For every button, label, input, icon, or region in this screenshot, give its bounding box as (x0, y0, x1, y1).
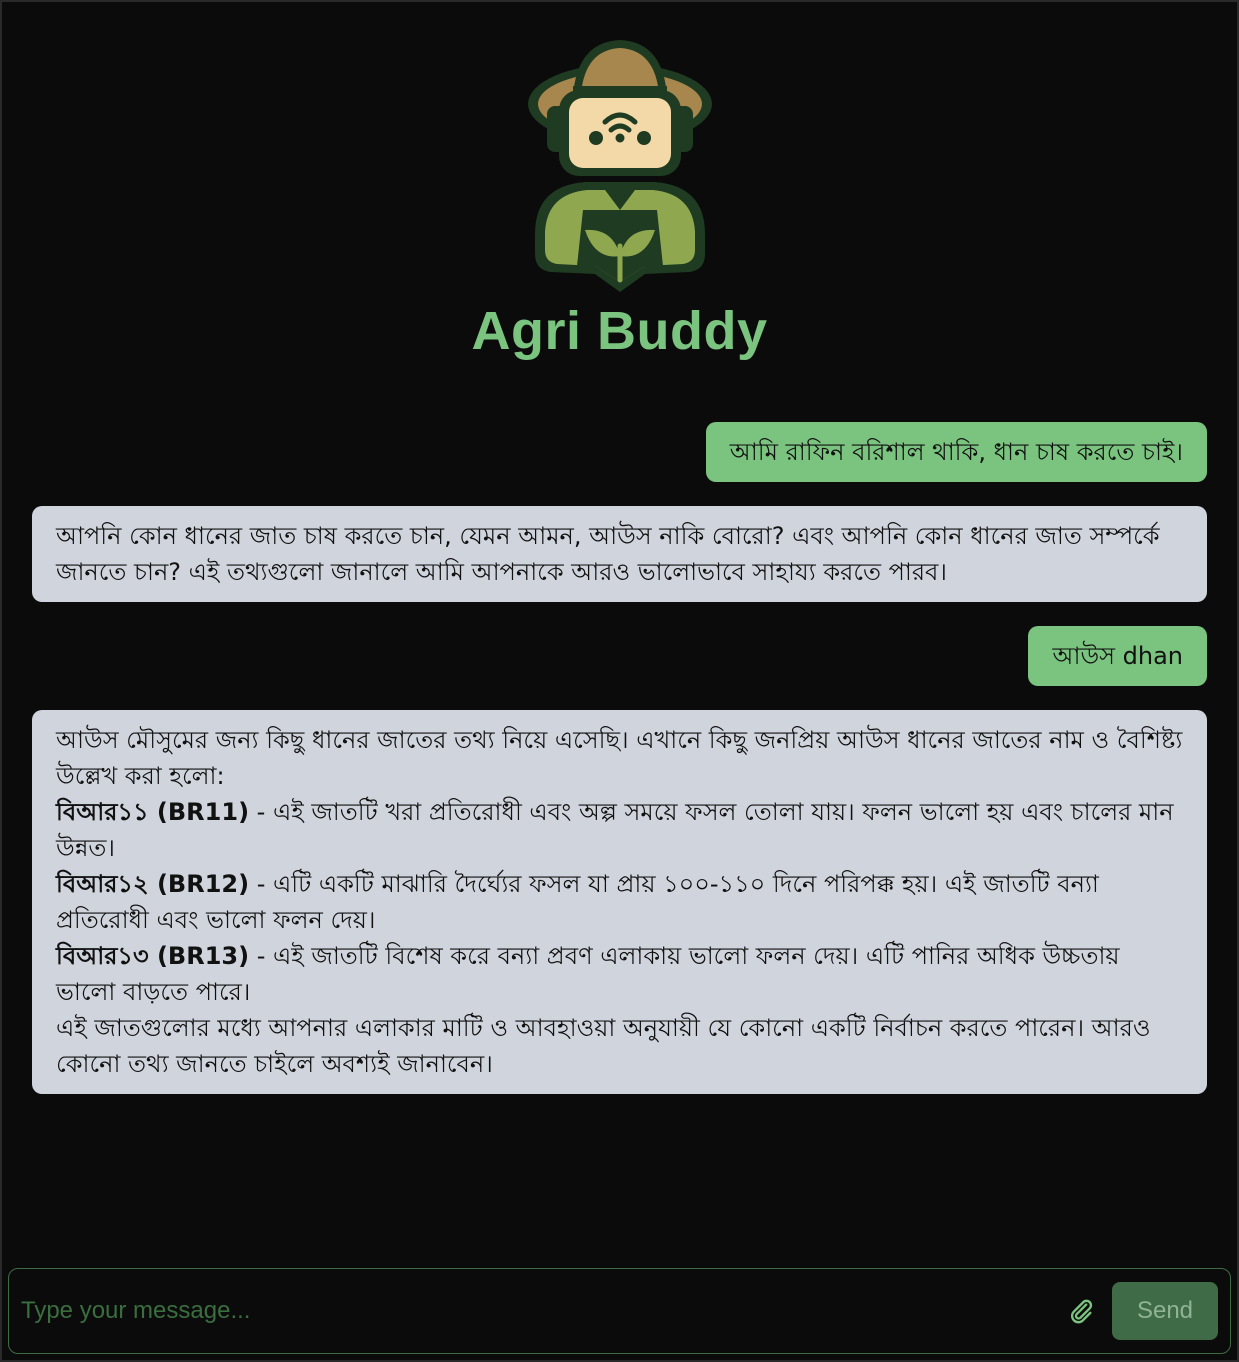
message-row-bot: আপনি কোন ধানের জাত চাষ করতে চান, যেমন আম… (32, 506, 1207, 602)
paperclip-icon[interactable] (1064, 1294, 1098, 1328)
user-message-bubble: আমি রাফিন বরিশাল থাকি, ধান চাষ করতে চাই। (705, 422, 1207, 482)
bot-message-intro: আউস মৌসুমের জন্য কিছু ধানের জাতের তথ্য ন… (56, 726, 1183, 790)
variety-item: বিআর১১ (BR11) - এই জাতটি খরা প্রতিরোধী এ… (56, 794, 1183, 866)
app-header: Agri Buddy (2, 34, 1237, 358)
message-row-user: আমি রাফিন বরিশাল থাকি, ধান চাষ করতে চাই। (32, 422, 1207, 482)
variety-item: বিআর১২ (BR12) - এটি একটি মাঝারি দৈর্ঘ্যে… (56, 866, 1183, 938)
message-composer: Send (8, 1268, 1231, 1354)
user-message-bubble: আউস dhan (1028, 626, 1207, 686)
farmer-robot-logo-icon (527, 40, 712, 292)
variety-name: বিআর১৩ (BR13) (56, 942, 250, 970)
message-row-bot: আউস মৌসুমের জন্য কিছু ধানের জাতের তথ্য ন… (32, 710, 1207, 1094)
variety-name: বিআর১১ (BR11) (56, 798, 250, 826)
app-title: Agri Buddy (471, 301, 768, 361)
variety-item: বিআর১৩ (BR13) - এই জাতটি বিশেষ করে বন্যা… (56, 938, 1183, 1010)
send-button[interactable]: Send (1112, 1282, 1218, 1340)
bot-message-bubble: আপনি কোন ধানের জাত চাষ করতে চান, যেমন আম… (32, 506, 1207, 602)
message-input[interactable] (9, 1280, 1064, 1342)
app-window: Agri Buddy আমি রাফিন বরিশাল থাকি, ধান চা… (0, 0, 1239, 1362)
message-row-user: আউস dhan (32, 626, 1207, 686)
variety-name: বিআর১২ (BR12) (56, 870, 250, 898)
bot-message-bubble: আউস মৌসুমের জন্য কিছু ধানের জাতের তথ্য ন… (32, 710, 1207, 1094)
bot-message-outro: এই জাতগুলোর মধ্যে আপনার এলাকার মাটি ও আব… (56, 1014, 1151, 1078)
chat-message-list: আমি রাফিন বরিশাল থাকি, ধান চাষ করতে চাই।… (32, 422, 1207, 1250)
